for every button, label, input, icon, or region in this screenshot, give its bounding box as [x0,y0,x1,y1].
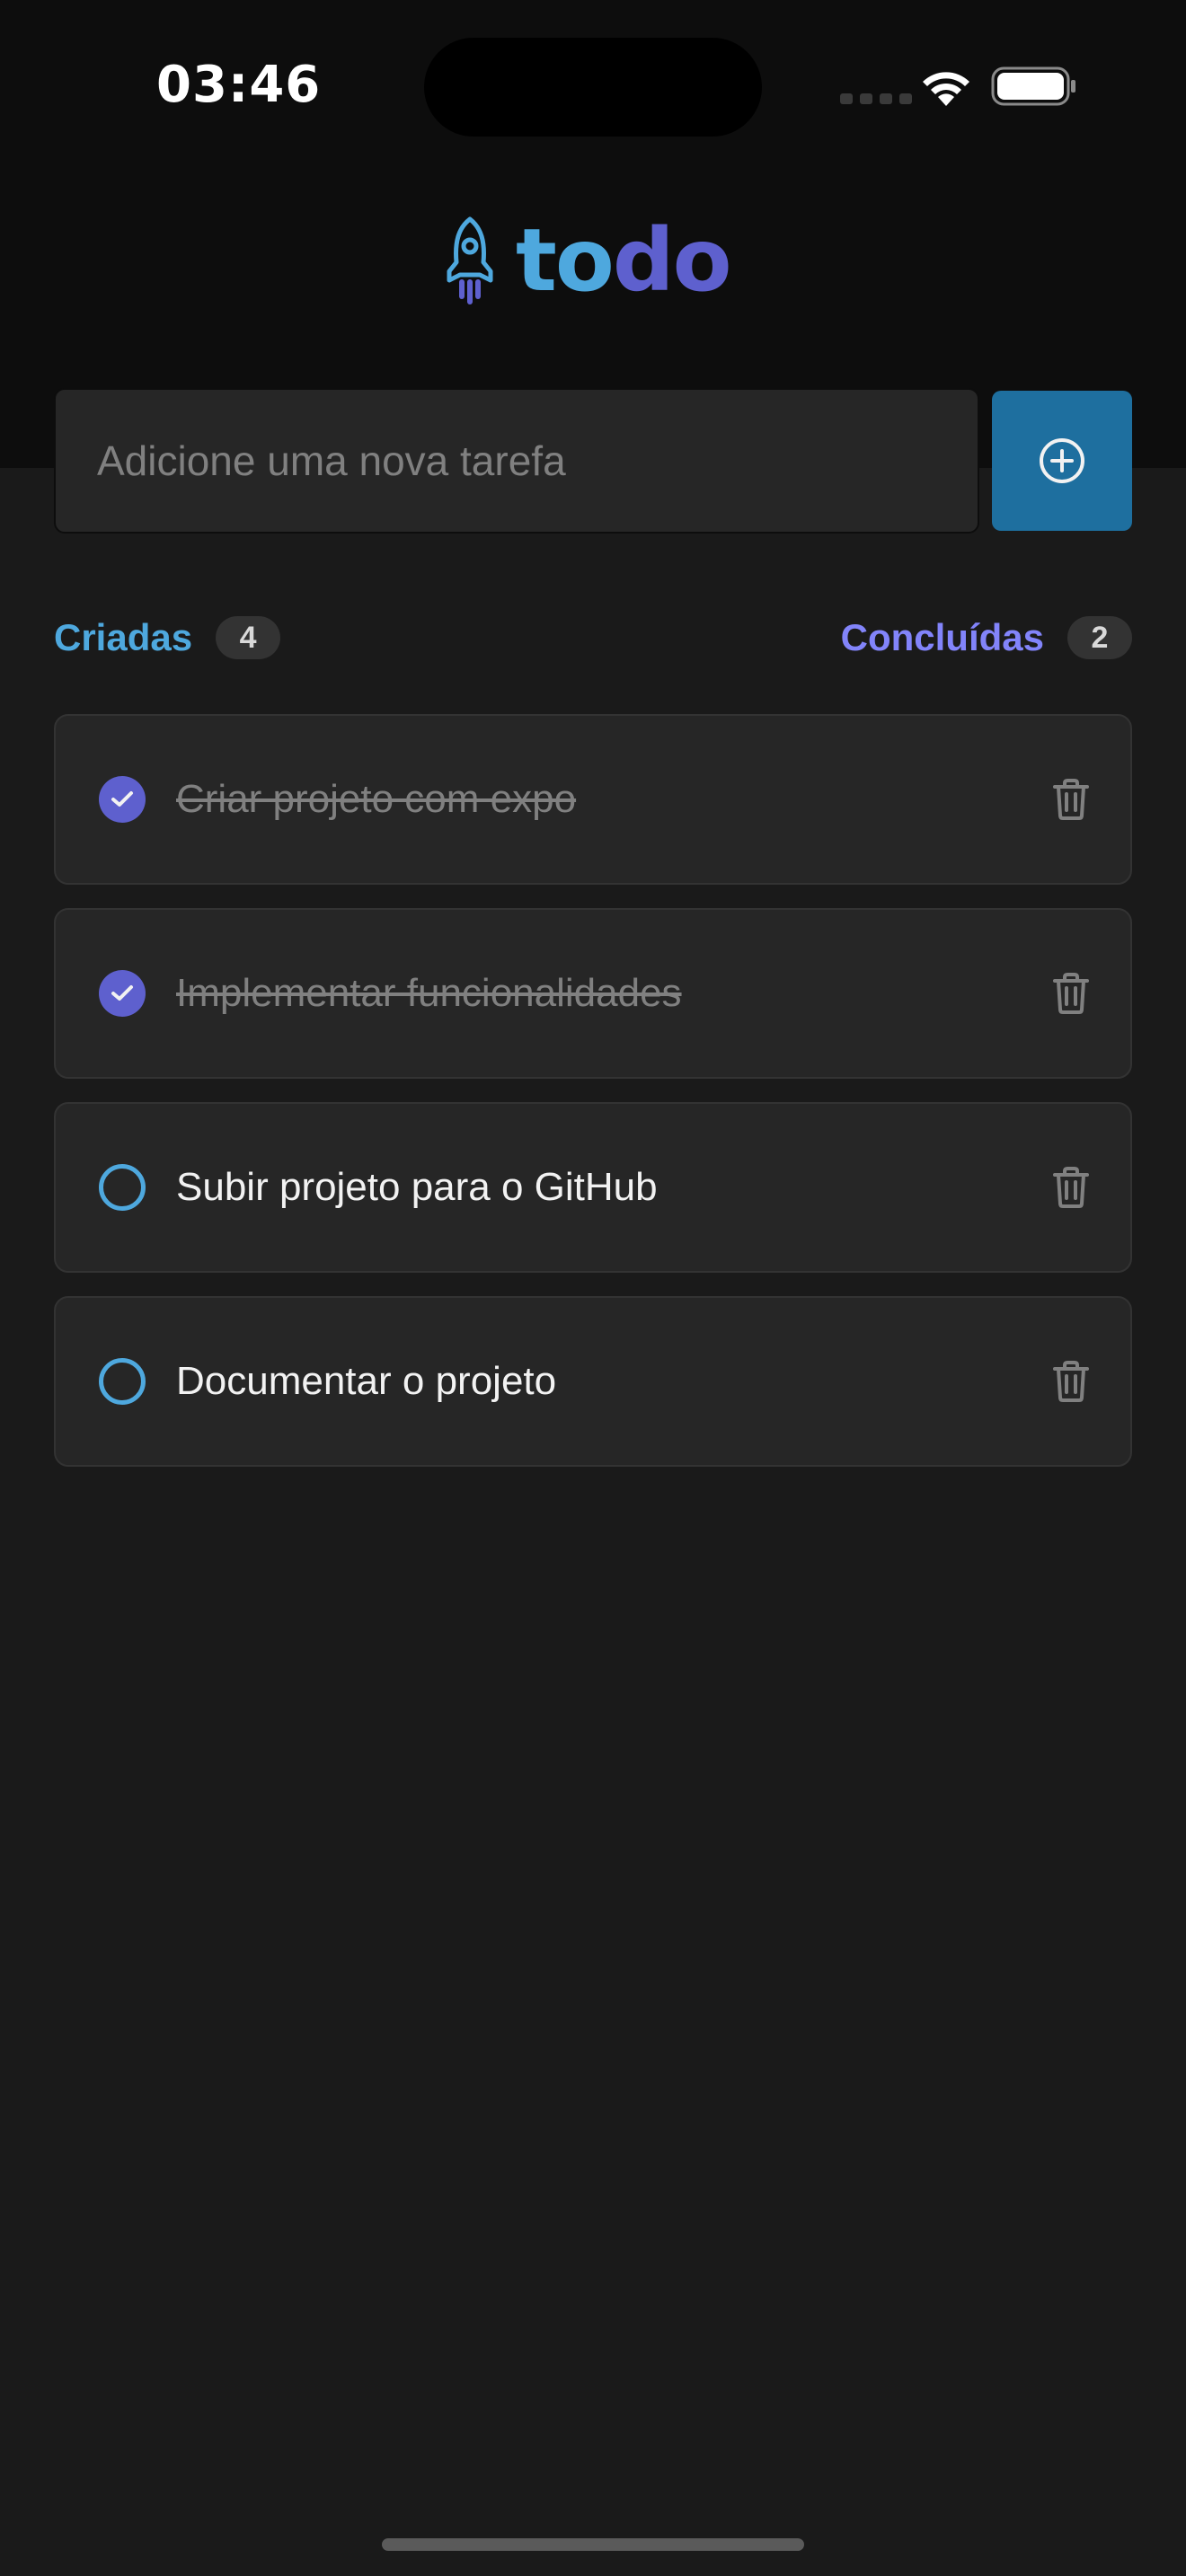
task-list: Criar projeto com expo Implementar funci… [54,714,1132,1490]
task-text: Criar projeto com expo [176,777,577,821]
task-text: Implementar funcionalidades [176,971,682,1015]
task-text: Documentar o projeto [176,1359,557,1403]
task-checkbox-checked[interactable] [99,970,146,1017]
done-label: Concluídas [840,616,1044,658]
battery-icon [991,66,1075,106]
home-indicator[interactable] [382,2538,804,2551]
done-counter: Concluídas 2 [841,611,1132,665]
app-logo: todo [440,210,732,311]
task-item: Criar projeto com expo [54,714,1132,885]
plus-circle-icon [1040,438,1084,483]
trash-icon[interactable] [1053,779,1089,820]
check-icon [111,985,133,1001]
cellular-signal-icon [840,93,912,104]
created-count-badge: 4 [216,616,281,659]
created-counter: Criadas 4 [54,611,281,665]
rocket-icon [447,216,493,304]
task-text: Subir projeto para o GitHub [176,1165,658,1209]
task-item: Documentar o projeto [54,1296,1132,1467]
app-name: todo [516,210,732,311]
trash-icon[interactable] [1053,1167,1089,1208]
trash-icon[interactable] [1053,1361,1089,1402]
task-item: Subir projeto para o GitHub [54,1102,1132,1273]
task-checkbox-checked[interactable] [99,776,146,823]
done-count-badge: 2 [1067,616,1132,659]
task-item: Implementar funcionalidades [54,908,1132,1079]
check-icon [111,791,133,807]
task-checkbox-unchecked[interactable] [99,1164,146,1211]
add-task-button[interactable] [992,391,1132,531]
status-time: 03:46 [156,56,322,114]
task-checkbox-unchecked[interactable] [99,1358,146,1405]
trash-icon[interactable] [1053,973,1089,1014]
created-label: Criadas [54,616,193,658]
dynamic-island [424,38,762,137]
new-task-input[interactable] [54,388,979,534]
wifi-icon [923,72,969,106]
